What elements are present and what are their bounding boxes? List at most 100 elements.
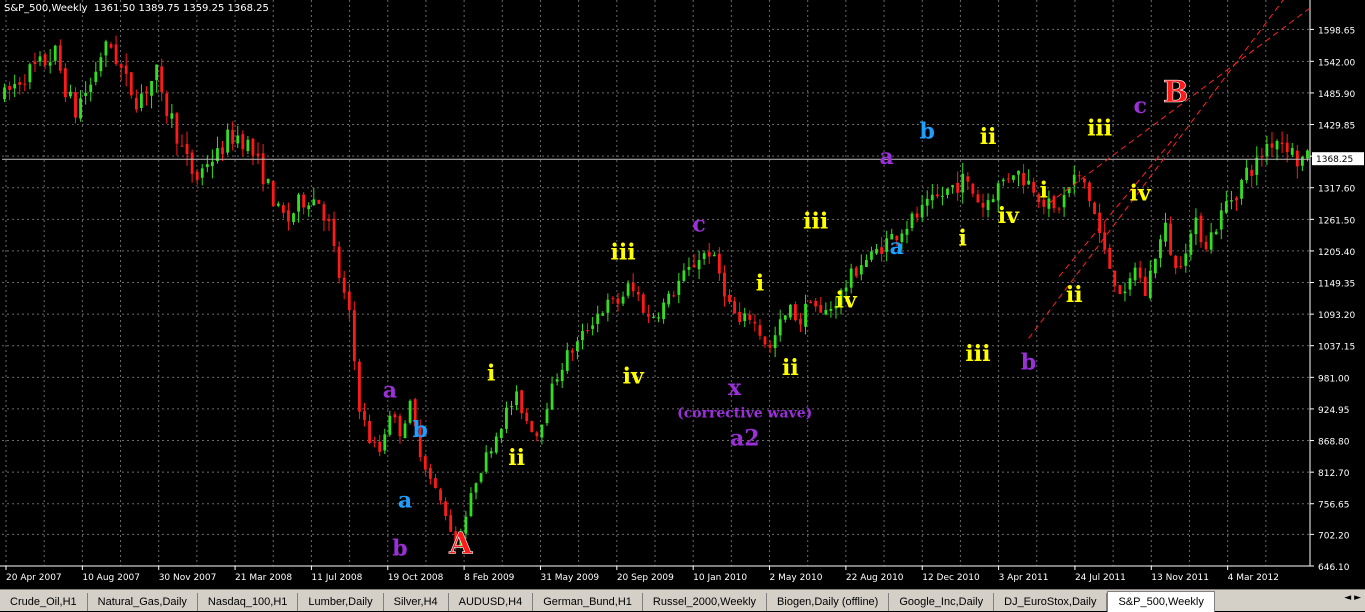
candle-body [489, 451, 493, 454]
wave-label: ii [980, 124, 997, 150]
candle-body [69, 91, 72, 97]
candle-body [434, 478, 437, 488]
candle-body [662, 302, 666, 320]
wave-label: c [692, 211, 705, 237]
candle-body [74, 92, 77, 118]
candle-body [1306, 150, 1309, 159]
candle-body [317, 199, 321, 204]
candle-body [758, 325, 762, 336]
candle-body [1184, 253, 1188, 266]
candle-body [1108, 247, 1112, 269]
candle-body [1113, 270, 1117, 286]
candle-body [748, 314, 752, 320]
candle-body [783, 315, 787, 320]
candle-body [1255, 157, 1259, 175]
current-price-label: 1368.25 [1316, 155, 1353, 165]
candle-body [150, 80, 153, 96]
tab-russel-2000-weekly[interactable]: Russel_2000,Weekly [643, 593, 768, 611]
candle-body [23, 83, 27, 85]
candle-body [976, 194, 980, 203]
candle-body [1123, 291, 1127, 294]
candle-body [717, 253, 721, 274]
candle-body [43, 54, 47, 66]
candle-body [1159, 239, 1162, 258]
tab-s-p-500-weekly[interactable]: S&P_500,Weekly [1107, 591, 1215, 612]
candle-body [1098, 212, 1102, 234]
candle-body [180, 145, 184, 147]
wave-label: iii [803, 209, 828, 235]
wave-label: ii [1066, 282, 1083, 308]
tab-google-inc-daily[interactable]: Google_Inc,Daily [889, 593, 995, 611]
candle-body [996, 183, 1000, 201]
candle-body [885, 238, 889, 252]
wave-label: b [920, 118, 935, 144]
wave-label: b [413, 417, 428, 443]
candle-body [185, 143, 189, 155]
candle-body [145, 91, 148, 94]
tab-natural-gas-daily[interactable]: Natural_Gas,Daily [88, 593, 198, 611]
candle-body [697, 260, 701, 270]
chart-area[interactable]: 1598.651542.001485.901429.851373.651317.… [0, 0, 1365, 589]
tab-german-bund-h1[interactable]: German_Bund,H1 [533, 593, 643, 611]
candle-body [358, 361, 361, 412]
y-tick-label: 1093.20 [1318, 311, 1355, 321]
candle-body [1285, 142, 1289, 153]
candle-body [1001, 179, 1005, 182]
candle-body [1143, 276, 1147, 296]
candle-body [672, 295, 676, 297]
candle-body [611, 298, 615, 300]
candle-body [581, 330, 584, 341]
candle-body [53, 45, 57, 61]
y-tick-label: 981.00 [1318, 374, 1350, 384]
candle-body [312, 199, 316, 206]
candle-body [363, 410, 366, 420]
candle-body [864, 259, 868, 267]
tab-lumber-daily[interactable]: Lumber,Daily [298, 593, 384, 611]
candle-body [788, 304, 792, 318]
candle-body [753, 321, 757, 324]
candle-body [383, 434, 387, 451]
x-tick-label: 4 Mar 2012 [1228, 573, 1279, 583]
wave-label: a [880, 144, 894, 170]
candle-body [484, 452, 488, 472]
tab-dj-eurostox-daily[interactable]: DJ_EuroStox,Daily [994, 593, 1108, 611]
candle-body [444, 501, 448, 517]
tab-biogen-daily-offline-[interactable]: Biogen,Daily (offline) [767, 593, 890, 611]
wave-label: x [728, 375, 742, 401]
candle-body [1082, 178, 1086, 183]
wave-label: iv [623, 364, 645, 390]
candle-body [276, 203, 280, 206]
tab-nasdaq-100-h1[interactable]: Nasdaq_100,H1 [198, 593, 299, 611]
tab-scroll-arrows-icon[interactable]: ◄ ► [1344, 593, 1361, 603]
candle-body [13, 84, 17, 89]
candle-body [165, 93, 169, 117]
candle-body [378, 441, 382, 452]
tab-silver-h4[interactable]: Silver,H4 [384, 593, 449, 611]
candle-body [870, 251, 873, 260]
candle-body [474, 483, 478, 493]
x-tick-label: 19 Oct 2008 [388, 573, 444, 583]
candle-body [1103, 232, 1107, 250]
candlestick-chart[interactable]: 1598.651542.001485.901429.851373.651317.… [0, 0, 1365, 589]
candle-body [1230, 200, 1233, 202]
wave-label: iv [836, 287, 858, 313]
candle-body [99, 57, 103, 72]
candle-body [1017, 170, 1020, 175]
candle-body [631, 282, 635, 292]
candle-body [946, 188, 949, 195]
candle-body [1118, 285, 1122, 295]
candle-body [550, 383, 554, 410]
x-tick-label: 13 Nov 2011 [1151, 573, 1209, 583]
candle-body [256, 153, 260, 156]
candle-body [479, 473, 483, 482]
wave-label: ii [508, 445, 525, 471]
candle-body [905, 228, 909, 235]
candle-body [961, 173, 965, 193]
candle-body [428, 468, 432, 479]
tab-crude-oil-h1[interactable]: Crude_Oil,H1 [0, 593, 88, 611]
candle-body [951, 185, 954, 188]
candle-body [525, 412, 529, 422]
candle-body [1219, 210, 1223, 230]
tab-audusd-h4[interactable]: AUDUSD,H4 [449, 593, 534, 611]
candle-body [646, 313, 650, 317]
